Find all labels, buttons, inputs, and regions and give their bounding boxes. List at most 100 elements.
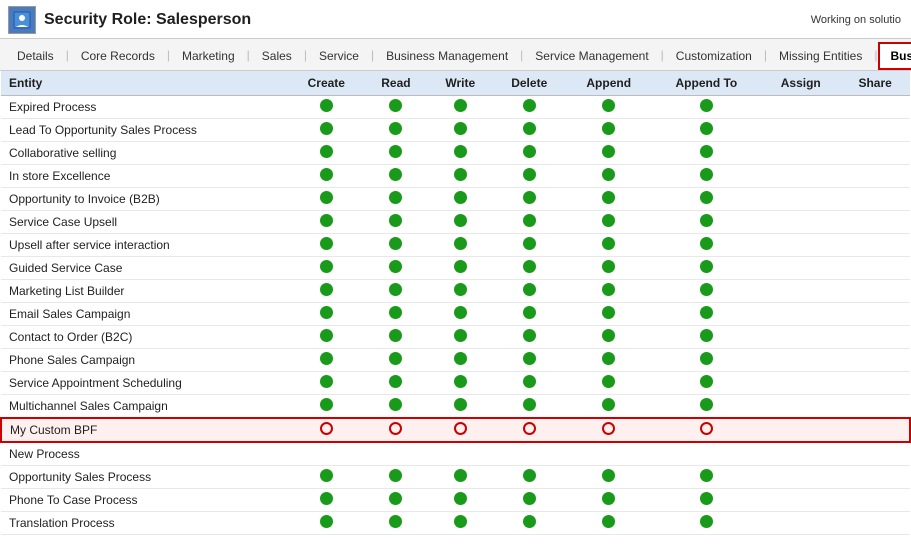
permission-cell-read[interactable]: [364, 489, 428, 512]
filled-dot[interactable]: [523, 99, 536, 112]
permission-cell-delete[interactable]: [493, 142, 566, 165]
filled-dot[interactable]: [320, 492, 333, 505]
tab-sales[interactable]: Sales: [251, 43, 303, 69]
permission-cell-append_to[interactable]: [652, 96, 762, 119]
permission-cell-create[interactable]: [289, 211, 364, 234]
permission-cell-assign[interactable]: [761, 349, 840, 372]
empty-dot[interactable]: [389, 422, 402, 435]
filled-dot[interactable]: [389, 329, 402, 342]
permission-cell-assign[interactable]: [761, 418, 840, 442]
filled-dot[interactable]: [602, 306, 615, 319]
permission-cell-write[interactable]: [428, 257, 493, 280]
permission-cell-create[interactable]: [289, 303, 364, 326]
filled-dot[interactable]: [523, 375, 536, 388]
filled-dot[interactable]: [454, 352, 467, 365]
permission-cell-append[interactable]: [566, 211, 652, 234]
filled-dot[interactable]: [602, 492, 615, 505]
tab-business-management[interactable]: Business Management: [375, 43, 519, 69]
permission-cell-delete[interactable]: [493, 442, 566, 466]
filled-dot[interactable]: [523, 469, 536, 482]
filled-dot[interactable]: [320, 375, 333, 388]
permission-cell-create[interactable]: [289, 512, 364, 535]
permission-cell-read[interactable]: [364, 280, 428, 303]
filled-dot[interactable]: [700, 306, 713, 319]
permission-cell-create[interactable]: [289, 165, 364, 188]
permission-cell-read[interactable]: [364, 466, 428, 489]
permission-cell-assign[interactable]: [761, 96, 840, 119]
permission-cell-assign[interactable]: [761, 165, 840, 188]
permission-cell-create[interactable]: [289, 418, 364, 442]
permission-cell-read[interactable]: [364, 211, 428, 234]
filled-dot[interactable]: [602, 122, 615, 135]
permission-cell-read[interactable]: [364, 442, 428, 466]
permission-cell-create[interactable]: [289, 280, 364, 303]
filled-dot[interactable]: [320, 329, 333, 342]
filled-dot[interactable]: [320, 122, 333, 135]
permission-cell-append_to[interactable]: [652, 418, 762, 442]
filled-dot[interactable]: [389, 398, 402, 411]
filled-dot[interactable]: [389, 214, 402, 227]
permission-cell-append_to[interactable]: [652, 442, 762, 466]
permission-cell-share[interactable]: [840, 280, 910, 303]
filled-dot[interactable]: [454, 122, 467, 135]
permission-cell-create[interactable]: [289, 395, 364, 419]
filled-dot[interactable]: [602, 99, 615, 112]
permission-cell-append[interactable]: [566, 119, 652, 142]
empty-dot[interactable]: [700, 422, 713, 435]
filled-dot[interactable]: [389, 283, 402, 296]
filled-dot[interactable]: [454, 260, 467, 273]
permission-cell-append[interactable]: [566, 326, 652, 349]
filled-dot[interactable]: [454, 214, 467, 227]
permission-cell-read[interactable]: [364, 349, 428, 372]
filled-dot[interactable]: [523, 398, 536, 411]
permission-cell-share[interactable]: [840, 211, 910, 234]
filled-dot[interactable]: [320, 283, 333, 296]
permission-cell-write[interactable]: [428, 466, 493, 489]
filled-dot[interactable]: [602, 191, 615, 204]
filled-dot[interactable]: [523, 492, 536, 505]
permission-cell-append[interactable]: [566, 303, 652, 326]
filled-dot[interactable]: [320, 398, 333, 411]
filled-dot[interactable]: [320, 306, 333, 319]
filled-dot[interactable]: [602, 515, 615, 528]
permission-cell-write[interactable]: [428, 349, 493, 372]
permission-cell-share[interactable]: [840, 372, 910, 395]
filled-dot[interactable]: [320, 99, 333, 112]
permission-cell-append[interactable]: [566, 395, 652, 419]
filled-dot[interactable]: [700, 375, 713, 388]
permission-cell-assign[interactable]: [761, 372, 840, 395]
tab-core-records[interactable]: Core Records: [70, 43, 166, 69]
filled-dot[interactable]: [389, 168, 402, 181]
permission-cell-assign[interactable]: [761, 442, 840, 466]
permission-cell-append_to[interactable]: [652, 372, 762, 395]
permission-cell-delete[interactable]: [493, 466, 566, 489]
filled-dot[interactable]: [523, 283, 536, 296]
filled-dot[interactable]: [389, 191, 402, 204]
filled-dot[interactable]: [602, 145, 615, 158]
permission-cell-share[interactable]: [840, 188, 910, 211]
permission-cell-delete[interactable]: [493, 326, 566, 349]
filled-dot[interactable]: [389, 492, 402, 505]
permission-cell-share[interactable]: [840, 119, 910, 142]
filled-dot[interactable]: [602, 469, 615, 482]
permission-cell-create[interactable]: [289, 142, 364, 165]
filled-dot[interactable]: [389, 145, 402, 158]
filled-dot[interactable]: [454, 492, 467, 505]
filled-dot[interactable]: [454, 469, 467, 482]
permission-cell-append[interactable]: [566, 234, 652, 257]
filled-dot[interactable]: [602, 352, 615, 365]
permission-cell-read[interactable]: [364, 234, 428, 257]
filled-dot[interactable]: [523, 122, 536, 135]
permission-cell-read[interactable]: [364, 372, 428, 395]
permission-cell-delete[interactable]: [493, 165, 566, 188]
permission-cell-write[interactable]: [428, 326, 493, 349]
filled-dot[interactable]: [454, 168, 467, 181]
permission-cell-append_to[interactable]: [652, 326, 762, 349]
permission-cell-create[interactable]: [289, 119, 364, 142]
permission-cell-append_to[interactable]: [652, 280, 762, 303]
permission-cell-delete[interactable]: [493, 303, 566, 326]
filled-dot[interactable]: [523, 191, 536, 204]
filled-dot[interactable]: [700, 283, 713, 296]
permission-cell-write[interactable]: [428, 234, 493, 257]
filled-dot[interactable]: [700, 492, 713, 505]
